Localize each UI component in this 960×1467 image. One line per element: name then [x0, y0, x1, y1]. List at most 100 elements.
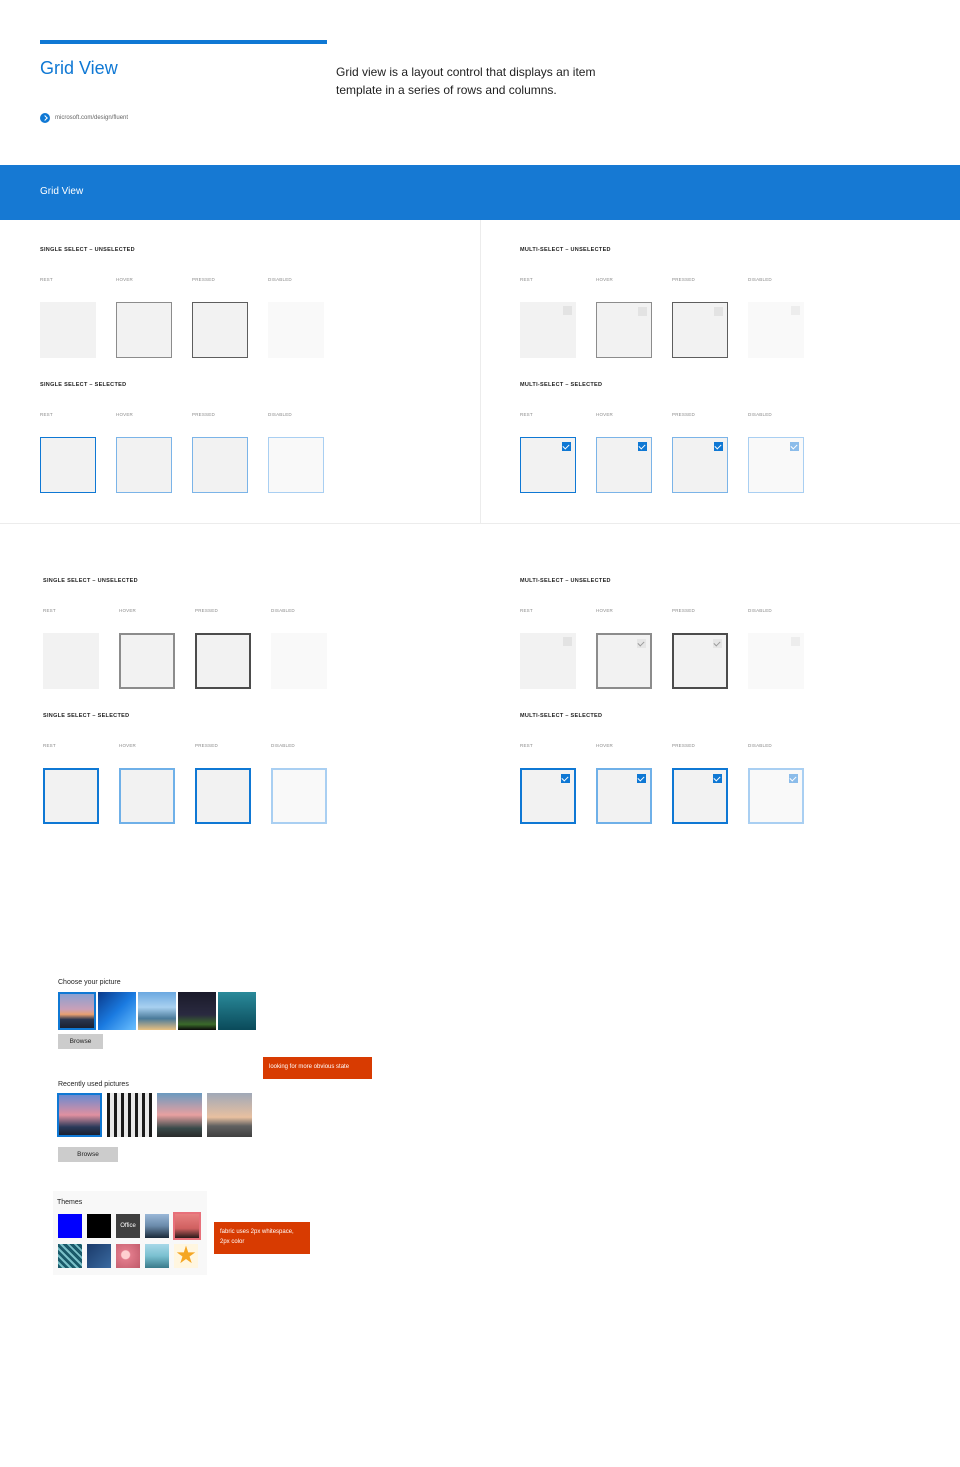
state-label-hover: HOVER — [119, 608, 137, 613]
checkmark-icon[interactable] — [714, 442, 723, 451]
fluent-link-text[interactable]: microsoft.com/design/fluent — [55, 115, 128, 121]
grid-item-selected-rest[interactable] — [40, 437, 96, 493]
grid-item-selected-hover[interactable] — [119, 768, 175, 824]
checkbox-icon[interactable] — [638, 307, 647, 316]
page-description: Grid view is a layout control that displ… — [336, 65, 596, 97]
recent-thumb-sunset[interactable] — [157, 1093, 202, 1137]
multi-selected-title: MULTI-SELECT – SELECTED — [520, 382, 603, 388]
single-selected-title: SINGLE SELECT – SELECTED — [40, 382, 127, 388]
theme-palms[interactable] — [173, 1212, 201, 1240]
checkmark-icon[interactable] — [561, 774, 570, 783]
grid-item-rest[interactable] — [40, 302, 96, 358]
theme-blue[interactable] — [58, 1214, 82, 1238]
checkmark-icon[interactable] — [562, 442, 571, 451]
recent-pictures-label: Recently used pictures — [58, 1081, 129, 1088]
multi-unselected-title: MULTI-SELECT – UNSELECTED — [520, 247, 611, 253]
state-label-pressed: PRESSED — [672, 743, 695, 748]
browse-button[interactable]: Browse — [58, 1147, 118, 1162]
state-label-hover: HOVER — [596, 743, 614, 748]
multi-item-hover[interactable] — [596, 633, 652, 689]
state-label-pressed: PRESSED — [195, 608, 218, 613]
multi-item-selected-rest[interactable] — [520, 768, 576, 824]
recent-thumb-skyline[interactable] — [57, 1093, 102, 1137]
note-obvious-state: looking for more obvious state — [263, 1057, 372, 1079]
state-label-hover: HOVER — [116, 277, 134, 282]
horizontal-divider — [0, 523, 960, 524]
theme-leaves[interactable] — [87, 1244, 111, 1268]
checkmark-icon[interactable] — [713, 774, 722, 783]
state-label-hover: HOVER — [116, 412, 134, 417]
state-label-hover: HOVER — [596, 277, 614, 282]
checkmark-icon[interactable] — [637, 774, 646, 783]
recent-thumb-road[interactable] — [207, 1093, 252, 1137]
state-label-hover: HOVER — [119, 743, 137, 748]
checkmark-icon — [790, 442, 799, 451]
multi-item-selected-hover[interactable] — [596, 768, 652, 824]
multi-item-selected-disabled — [748, 768, 804, 824]
multi-item-rest[interactable] — [520, 633, 576, 689]
checkbox-icon[interactable] — [563, 637, 572, 646]
theme-circuit[interactable] — [58, 1244, 82, 1268]
state-label-rest: REST — [40, 277, 53, 282]
picture-thumb-windows[interactable] — [98, 992, 136, 1030]
single-unselected-title: SINGLE SELECT – UNSELECTED — [43, 578, 138, 584]
multi-item-disabled — [748, 302, 804, 358]
picture-thumb-underwater[interactable] — [218, 992, 256, 1030]
recent-thumb-building[interactable] — [107, 1093, 152, 1137]
checkbox-icon[interactable] — [563, 306, 572, 315]
theme-bokeh[interactable] — [116, 1244, 140, 1268]
state-label-rest: REST — [520, 743, 533, 748]
page-title: Grid View — [40, 58, 118, 78]
theme-wave[interactable] — [145, 1244, 169, 1268]
state-label-rest: REST — [520, 412, 533, 417]
picture-thumb-night[interactable] — [178, 992, 216, 1030]
choose-picture-label: Choose your picture — [58, 979, 121, 986]
accent-bar — [40, 40, 327, 44]
grid-item-selected-hover[interactable] — [116, 437, 172, 493]
multi-item-selected-pressed[interactable] — [672, 437, 728, 493]
multi-item-selected-pressed[interactable] — [672, 768, 728, 824]
state-label-disabled: DISABLED — [748, 277, 772, 282]
theme-black[interactable] — [87, 1214, 111, 1238]
checkmark-icon[interactable] — [638, 442, 647, 451]
checkmark-icon[interactable] — [713, 639, 722, 648]
themes-label: Themes — [57, 1199, 83, 1206]
grid-item-selected-pressed[interactable] — [195, 768, 251, 824]
multi-item-rest[interactable] — [520, 302, 576, 358]
browse-button[interactable]: Browse — [58, 1034, 103, 1049]
state-label-rest: REST — [43, 743, 56, 748]
picture-thumb-city[interactable] — [58, 992, 96, 1030]
grid-item-hover[interactable] — [119, 633, 175, 689]
checkbox-icon[interactable] — [714, 307, 723, 316]
banner-title: Grid View — [40, 186, 84, 197]
multi-item-hover[interactable] — [596, 302, 652, 358]
state-label-disabled: DISABLED — [271, 743, 295, 748]
state-label-hover: HOVER — [596, 608, 614, 613]
grid-item-pressed[interactable] — [195, 633, 251, 689]
state-label-pressed: PRESSED — [192, 277, 215, 282]
multi-item-selected-hover[interactable] — [596, 437, 652, 493]
state-label-rest: REST — [520, 277, 533, 282]
state-label-pressed: PRESSED — [672, 277, 695, 282]
grid-item-hover[interactable] — [116, 302, 172, 358]
grid-item-selected-rest[interactable] — [43, 768, 99, 824]
multi-item-pressed[interactable] — [672, 302, 728, 358]
theme-mountain[interactable] — [145, 1214, 169, 1238]
note-fabric: fabric uses 2px whitespace, 2px color — [214, 1222, 310, 1254]
grid-item-disabled — [271, 633, 327, 689]
grid-item-pressed[interactable] — [192, 302, 248, 358]
picture-thumb-coast[interactable] — [138, 992, 176, 1030]
theme-star-icon[interactable]: ★ — [174, 1244, 198, 1268]
state-label-disabled: DISABLED — [268, 412, 292, 417]
theme-office[interactable]: Office — [116, 1214, 140, 1238]
multi-unselected-title: MULTI-SELECT – UNSELECTED — [520, 578, 611, 584]
multi-item-pressed[interactable] — [672, 633, 728, 689]
grid-item-selected-pressed[interactable] — [192, 437, 248, 493]
multi-item-selected-rest[interactable] — [520, 437, 576, 493]
multi-item-selected-disabled — [748, 437, 804, 493]
grid-item-rest[interactable] — [43, 633, 99, 689]
fluent-link[interactable]: microsoft.com/design/fluent — [40, 113, 128, 123]
vertical-divider — [480, 220, 481, 523]
multi-item-disabled — [748, 633, 804, 689]
checkmark-icon[interactable] — [637, 639, 646, 648]
